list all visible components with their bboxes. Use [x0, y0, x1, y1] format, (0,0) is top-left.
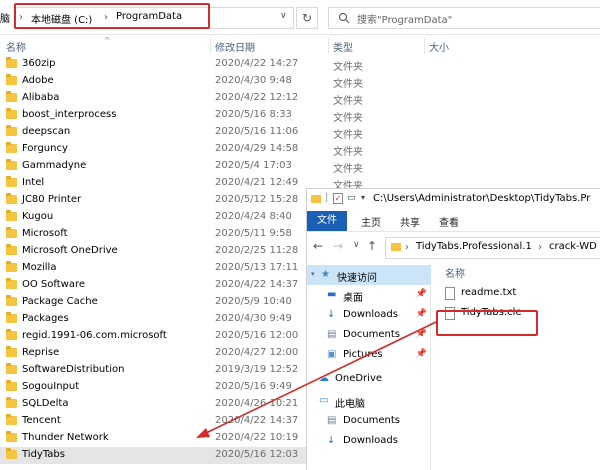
arrow-line	[203, 321, 437, 435]
annotation-arrow	[196, 321, 437, 438]
arrow-head	[196, 428, 210, 438]
